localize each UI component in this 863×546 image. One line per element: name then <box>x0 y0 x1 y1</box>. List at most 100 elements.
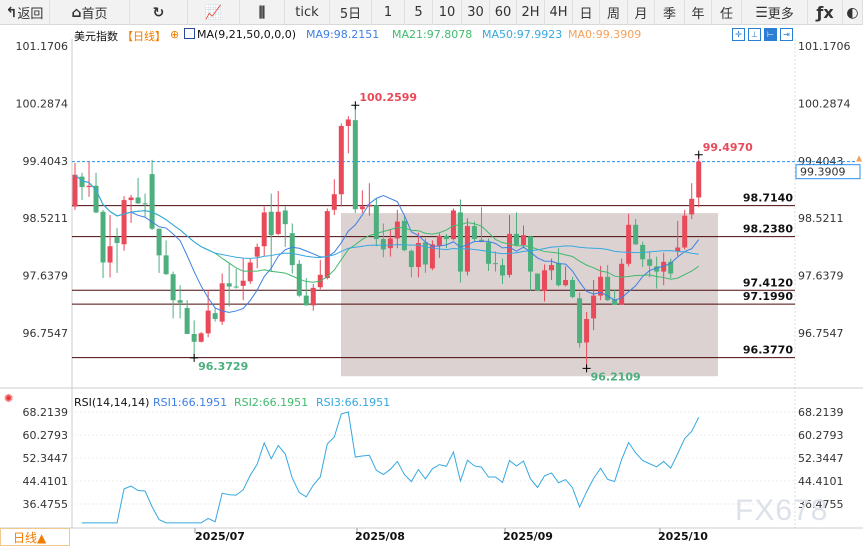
toolbar-button-10[interactable]: 10 <box>433 0 462 25</box>
refresh-icon: ↻ <box>152 4 165 21</box>
toolbar-button-任[interactable]: 任 <box>712 0 742 25</box>
candle-body <box>268 211 274 236</box>
rsi-params[interactable]: RSI(14,14,14) <box>74 396 149 409</box>
level-label: 96.3770 <box>743 344 793 357</box>
candle-body <box>289 233 295 266</box>
indicator-icon[interactable] <box>184 28 195 39</box>
toolbar-label: 月 <box>634 7 648 22</box>
toolbar-button-home[interactable]: ⌂ 首页 <box>50 0 130 25</box>
candle-body <box>121 200 127 245</box>
candle-body <box>584 319 590 343</box>
price-axis-label-left: 101.1706 <box>16 40 69 53</box>
candle-body <box>184 307 190 334</box>
toolbar-button-5[interactable]: 5 <box>405 0 433 25</box>
toolbar-label: 1 <box>383 5 393 20</box>
chart-area[interactable]: 101.1706 101.1706 100.2874 100.2874 99.4043 9… <box>0 25 863 546</box>
toolbar-label: 30 <box>467 5 484 20</box>
candle-body <box>415 242 421 268</box>
candle-body <box>310 287 316 306</box>
ma-params[interactable]: MA(9,21,50,0,0,0) <box>197 28 296 41</box>
legend-period[interactable]: 【日线】 <box>122 28 166 44</box>
candle-body <box>261 212 267 247</box>
toolbar-button-function-fx[interactable]: ƒx <box>808 0 843 25</box>
toolbar-button-5日[interactable]: 5日 <box>330 0 372 25</box>
toolbar-button-1[interactable]: 1 <box>372 0 405 25</box>
scroll-left-icon[interactable]: ⊢ <box>764 28 777 41</box>
crosshair-icon[interactable]: ✛ <box>732 28 745 41</box>
toolbar-button-back[interactable]: ↰ 返回 <box>0 0 50 25</box>
candle-body <box>345 119 351 126</box>
rsi-axis-label-left: 44.4101 <box>23 475 69 488</box>
toolbar-label: 日 <box>579 7 593 22</box>
extreme-marker <box>351 101 360 110</box>
rsi-settings-icon[interactable]: ✺ <box>4 392 13 405</box>
toolbar-button-年[interactable]: 年 <box>685 0 712 25</box>
toolbar-label: 返回 <box>17 7 44 22</box>
candle-body <box>142 203 148 205</box>
toolbar-label: 2H <box>521 5 540 20</box>
toolbar-button-60[interactable]: 60 <box>490 0 517 25</box>
target-icon[interactable]: ⊕ <box>170 28 179 41</box>
settings-icon: ◐ <box>846 4 859 21</box>
toolbar-button-tick[interactable]: tick <box>285 0 330 25</box>
candle-body <box>170 274 176 301</box>
level-label: 98.7140 <box>743 192 793 205</box>
price-axis-label-left: 100.2874 <box>16 97 69 110</box>
toolbar-button-2H[interactable]: 2H <box>517 0 545 25</box>
candle-body <box>408 250 414 268</box>
period-button[interactable]: 日线▲ <box>0 528 70 546</box>
rsi1-value: RSI1:66.1951 <box>153 396 228 409</box>
toolbar-label: 10 <box>438 5 456 20</box>
toolbar-button-季[interactable]: 季 <box>655 0 685 25</box>
candle-body <box>577 298 583 344</box>
level-label: 97.4120 <box>743 276 793 289</box>
toolbar-button-周[interactable]: 周 <box>600 0 628 25</box>
toolbar-label: tick <box>295 5 319 20</box>
candle-body <box>233 286 239 288</box>
candle-body <box>422 242 428 265</box>
candle-body <box>79 176 85 188</box>
toolbar-button-refresh[interactable]: ↻ <box>130 0 188 25</box>
candle-body <box>324 211 330 279</box>
price-axis-label-left: 96.7547 <box>23 327 69 340</box>
price-axis-label-right: 100.2874 <box>798 97 851 110</box>
toolbar-button-30[interactable]: 30 <box>462 0 490 25</box>
candle-body <box>100 211 106 263</box>
chart-indicator-icon: 📈 <box>204 4 223 21</box>
rsi-axis-label-right: 44.4101 <box>798 475 844 488</box>
toolbar-button-settings[interactable]: ◐ <box>843 0 863 25</box>
toolbar-label: 季 <box>662 7 676 22</box>
toolbar-button-menu[interactable]: ☰ 更多 <box>742 0 808 25</box>
price-axis-label-right: 98.5211 <box>798 212 844 225</box>
candle-body <box>107 246 113 263</box>
candle-body <box>570 280 576 297</box>
candle-body <box>506 233 512 275</box>
candle-body <box>198 333 204 342</box>
toolbar-label: 5日 <box>339 7 362 22</box>
candle-body <box>156 228 162 256</box>
zoom-icon[interactable]: ⊥ <box>748 28 761 41</box>
toolbar-label: 5 <box>414 5 423 20</box>
scroll-right-icon[interactable]: ⇥ <box>780 28 793 41</box>
candle-body <box>128 197 134 201</box>
candle-body <box>647 259 653 266</box>
rsi-axis-label-left: 60.2793 <box>23 429 69 442</box>
toolbar-button-月[interactable]: 月 <box>628 0 655 25</box>
rsi3-value: RSI3:66.1951 <box>316 396 391 409</box>
candle-body <box>359 206 365 210</box>
toolbar-button-日[interactable]: 日 <box>573 0 600 25</box>
toolbar-label: 首页 <box>81 7 108 22</box>
last-high-annotation: 99.4970 <box>703 141 753 154</box>
ma21-value: MA21:97.8078 <box>392 28 473 41</box>
toolbar-label: 4H <box>549 5 568 20</box>
candle-body <box>226 283 232 287</box>
candle-body <box>542 270 548 292</box>
toolbar-button-candlestick[interactable]: ⫼ <box>240 0 285 25</box>
candlestick-icon: ⫼ <box>258 4 266 21</box>
toolbar-button-chart-indicator[interactable]: 📈 <box>188 0 240 25</box>
toolbar: ↰ 返回 ⌂ 首页 ↻ 📈 ⫼ tick 5日 1 5 10 30 60 2H 4H 日周月季年任 ☰ 更多 ƒx ◐ <box>0 0 863 25</box>
toolbar-button-4H[interactable]: 4H <box>545 0 573 25</box>
candle-body <box>380 239 386 250</box>
candle-body <box>563 280 569 286</box>
ma50-value: MA50:97.9923 <box>482 28 563 41</box>
